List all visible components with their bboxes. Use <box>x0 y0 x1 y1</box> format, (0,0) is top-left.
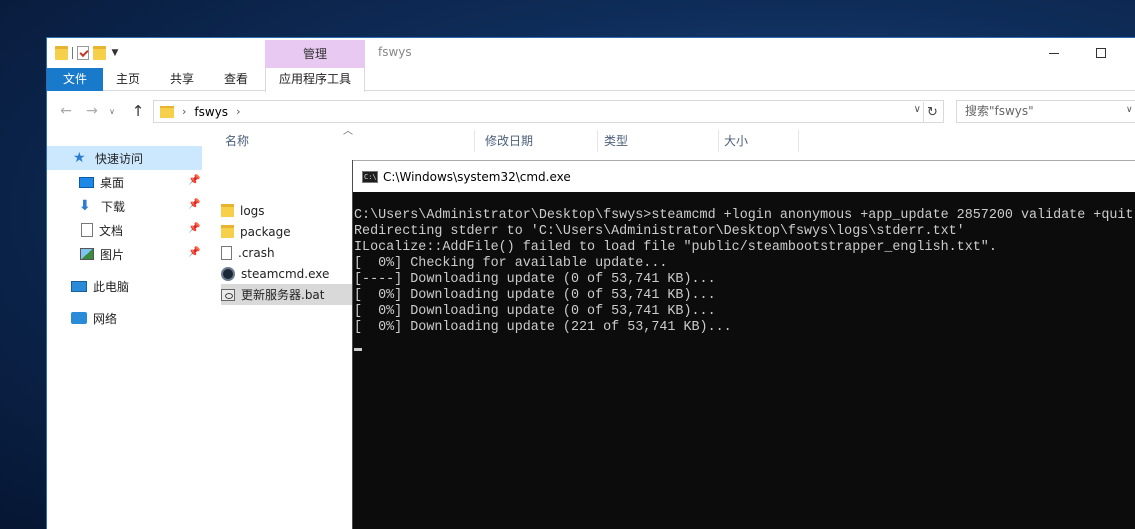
pictures-icon <box>80 248 94 260</box>
recent-locations-dropdown[interactable]: ∨ <box>105 101 119 121</box>
cmd-window-title: C:\Windows\system32\cmd.exe <box>383 169 571 184</box>
console-output[interactable]: C:\Users\Administrator\Desktop\fswys>ste… <box>354 208 1134 351</box>
address-bar[interactable]: › fswys › ∨ ↻ <box>153 100 944 123</box>
nav-item-label: 此电脑 <box>93 279 130 294</box>
file-row[interactable]: .crash <box>221 242 353 263</box>
column-header-size[interactable]: 大小 <box>724 132 748 149</box>
folder-icon <box>160 105 174 118</box>
address-history-dropdown[interactable]: ∨ <box>914 104 921 115</box>
nav-item-network[interactable]: 网络 <box>47 306 202 330</box>
folder-icon <box>55 46 68 60</box>
nav-item-documents[interactable]: 文档 📌 <box>47 218 202 242</box>
nav-item-downloads[interactable]: ⬇ 下载 📌 <box>47 194 202 218</box>
console-line: [ 0%] Checking for available update... <box>354 256 668 271</box>
breadcrumb-segment[interactable]: fswys <box>194 105 228 119</box>
file-name: steamcmd.exe <box>241 266 330 281</box>
nav-item-pictures[interactable]: 图片 📌 <box>47 242 202 266</box>
star-icon: ★ <box>73 150 86 166</box>
chevron-right-icon[interactable]: › <box>236 105 240 118</box>
column-divider[interactable] <box>597 130 598 152</box>
window-title: fswys <box>378 45 412 59</box>
column-headers: ︿ 名称 修改日期 类型 大小 <box>217 124 1135 152</box>
documents-icon <box>81 223 93 237</box>
file-name: package <box>240 224 291 239</box>
console-line: [ 0%] Downloading update (0 of 53,741 KB… <box>354 304 716 319</box>
toolbar-separator <box>72 47 73 59</box>
refresh-button[interactable]: ↻ <box>923 102 941 122</box>
file-row[interactable]: 更新服务器.bat <box>221 284 353 305</box>
nav-item-desktop[interactable]: 桌面 📌 <box>47 170 202 194</box>
forward-button[interactable]: → <box>81 101 103 121</box>
cmd-window[interactable]: C:\ C:\Windows\system32\cmd.exe C:\Users… <box>352 160 1135 529</box>
console-line: [ 0%] Downloading update (0 of 53,741 KB… <box>354 288 716 303</box>
computer-icon <box>71 280 87 292</box>
desktop-icon <box>79 176 94 188</box>
tab-file[interactable]: 文件 <box>47 68 103 91</box>
manage-context-tab-group: 管理 <box>265 40 365 68</box>
column-divider[interactable] <box>718 130 719 152</box>
console-line: C:\Users\Administrator\Desktop\fswys>ste… <box>354 208 1134 223</box>
nav-item-this-pc[interactable]: 此电脑 <box>47 274 202 298</box>
text-cursor <box>354 348 362 351</box>
maximize-button[interactable] <box>1078 38 1124 68</box>
console-line: [----] Downloading update (0 of 53,741 K… <box>354 272 716 287</box>
nav-quick-access[interactable]: ★ 快速访问 <box>47 146 202 170</box>
column-header-modified[interactable]: 修改日期 <box>485 132 533 149</box>
pin-icon[interactable]: 📌 <box>188 176 200 186</box>
file-row[interactable]: steamcmd.exe <box>221 263 353 284</box>
up-button[interactable]: ↑ <box>127 101 149 121</box>
sort-ascending-icon: ︿ <box>343 126 353 137</box>
console-line: Redirecting stderr to 'C:\Users\Administ… <box>354 224 965 239</box>
quick-access-toolbar: ▼ <box>55 43 120 63</box>
new-folder-icon[interactable] <box>93 46 106 60</box>
command-prompt-icon: C:\ <box>362 170 378 183</box>
tab-share[interactable]: 共享 <box>159 68 205 91</box>
nav-item-label: 快速访问 <box>95 151 144 166</box>
file-name: logs <box>240 203 265 218</box>
nav-item-label: 下载 <box>101 199 126 214</box>
maximize-icon <box>1096 48 1106 58</box>
console-line: ILocalize::AddFile() failed to load file… <box>354 240 997 255</box>
pin-icon[interactable]: 📌 <box>188 224 200 234</box>
nav-item-label: 桌面 <box>100 175 125 190</box>
folder-icon <box>221 225 234 238</box>
minimize-button[interactable] <box>1031 38 1077 68</box>
properties-icon[interactable] <box>77 46 89 60</box>
nav-item-label: 文档 <box>99 223 124 238</box>
column-divider[interactable] <box>474 130 475 152</box>
file-icon <box>221 245 232 260</box>
file-name: .crash <box>238 245 275 260</box>
navigation-bar: ← → ∨ ↑ › fswys › ∨ ↻ 搜索"fswys" <box>47 98 1135 124</box>
column-header-type[interactable]: 类型 <box>604 132 628 149</box>
back-button[interactable]: ← <box>55 101 77 121</box>
chevron-right-icon[interactable]: › <box>182 105 186 118</box>
cmd-titlebar[interactable]: C:\ C:\Windows\system32\cmd.exe <box>353 160 1135 192</box>
pin-icon[interactable]: 📌 <box>188 200 200 210</box>
navigation-pane: ★ 快速访问 桌面 📌 ⬇ 下载 📌 文档 📌 图片 📌 此电脑 网络 <box>47 132 207 529</box>
ribbon-tabs: 文件 主页 共享 查看 应用程序工具 ∨ <box>47 68 1135 115</box>
download-icon: ⬇ <box>79 198 91 214</box>
desktop-background: ▼ 管理 fswys 文件 主页 共享 查看 应用程序工具 ∨ ← → ∨ ↑ … <box>0 0 1135 529</box>
column-header-name[interactable]: 名称 <box>225 132 249 149</box>
file-name: 更新服务器.bat <box>241 288 325 302</box>
console-line: [ 0%] Downloading update (221 of 53,741 … <box>354 320 732 335</box>
nav-item-label: 图片 <box>100 247 125 262</box>
file-row[interactable]: package <box>221 221 353 242</box>
tab-home[interactable]: 主页 <box>105 68 151 91</box>
tab-application-tools[interactable]: 应用程序工具 <box>265 68 365 92</box>
nav-item-label: 网络 <box>93 311 118 326</box>
network-icon <box>71 312 87 324</box>
folder-icon <box>221 204 234 217</box>
column-divider[interactable] <box>798 130 799 152</box>
search-input[interactable]: 搜索"fswys" <box>956 100 1135 123</box>
tab-view[interactable]: 查看 <box>213 68 259 91</box>
customize-toolbar-dropdown-icon[interactable]: ▼ <box>110 46 120 60</box>
pin-icon[interactable]: 📌 <box>188 248 200 258</box>
explorer-titlebar: ▼ 管理 fswys <box>47 38 1135 68</box>
steam-icon <box>221 266 235 281</box>
minimize-icon <box>1049 52 1059 54</box>
batch-file-icon <box>221 288 235 301</box>
file-row[interactable]: logs <box>221 200 353 221</box>
